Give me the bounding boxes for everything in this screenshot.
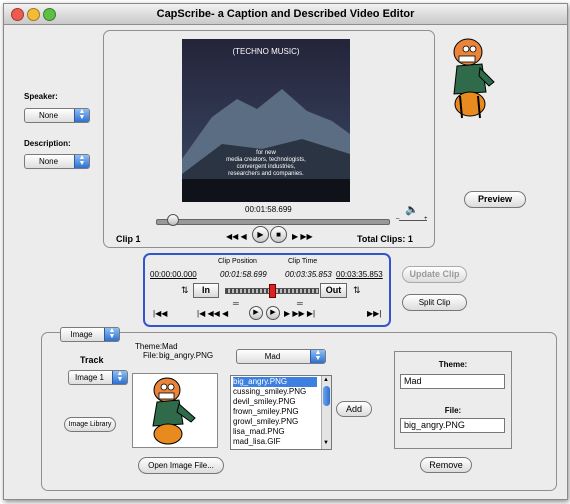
go-to-end-icon[interactable]: ▶▶| [367,309,381,318]
split-clip-button[interactable]: Split Clip [402,294,467,311]
range-left-marker-icon: ═ [233,299,239,308]
app-window: CapScribe- a Caption and Described Video… [3,3,568,500]
file-list-scroll-thumb[interactable] [323,386,330,406]
chevron-up-down-icon: ▲ ▼ [74,154,89,168]
chevron-up-down-icon: ▲ ▼ [104,327,119,341]
volume-down-icon: – [396,216,400,222]
chevron-up-down-icon: ▲ ▼ [112,370,127,384]
clip-editor-panel: Clip Position Clip Time 00:00:00.000 00:… [143,253,391,327]
angry-character-illustration [453,38,495,119]
out-button[interactable]: Out [320,283,347,298]
preview-button[interactable]: Preview [464,191,526,208]
open-image-file-button[interactable]: Open Image File... [138,457,224,474]
clip-position-time: 00:01:58.699 [220,270,267,279]
track-label: Track [80,355,104,365]
update-clip-button[interactable]: Update Clip [402,266,467,283]
clip-start-time[interactable]: 00:00:00.000 [150,270,197,279]
stop-button[interactable]: ■ [270,226,287,243]
clip-step-forward-icon[interactable]: ▶ ▶▶ ▶| [284,309,315,318]
add-button[interactable]: Add [336,401,372,417]
chevron-up-down-icon: ▲ ▼ [74,108,89,122]
scroll-down-icon[interactable]: ▼ [323,440,329,446]
nudge-out-icon[interactable]: ⇅ [353,285,361,296]
clip-time-label: Clip Time [288,258,318,265]
file-list-item[interactable]: lisa_mad.PNG [233,427,285,437]
file-list-item[interactable]: cussing_smiley.PNG [233,387,306,397]
file-label: File: [143,351,159,360]
in-button[interactable]: In [193,283,219,298]
window-title: CapScribe- a Caption and Described Video… [156,8,415,20]
media-type-popup[interactable]: Image ▲ ▼ [60,327,120,342]
video-frame[interactable]: (TECHNO MUSIC) for new media creators, t… [182,39,350,202]
clip-time-value: 00:03:35.853 [285,270,332,279]
title-bar: CapScribe- a Caption and Described Video… [4,4,567,25]
total-clips: Total Clips: 1 [357,234,413,244]
image-preview-box [132,373,218,448]
clip-label: Clip 1 [116,234,141,244]
file-list-item[interactable]: mad_lisa.GIF [233,437,281,447]
file-value: big_angry.PNG [159,351,214,360]
volume-up-icon: + [424,216,428,222]
angry-character-preview [152,377,196,445]
image-library-button[interactable]: Image Library [64,417,116,432]
current-time: 00:01:58.699 [245,205,292,214]
clip-end-time[interactable]: 00:03:35.853 [336,270,383,279]
theme-popup[interactable]: Mad ▲ ▼ [236,349,326,364]
details-file-label: File: [444,406,462,415]
overlay-title: (TECHNO MUSIC) [232,47,300,56]
volume-slider[interactable] [399,220,427,221]
overlay-line: convergent industries, [236,164,296,170]
file-list-item[interactable]: frown_smiley.PNG [233,407,299,417]
clip-position-marker[interactable] [269,284,276,298]
theme-label: Theme: [135,342,163,351]
overlay-line: researchers and companies. [228,171,304,177]
step-forward-icon[interactable]: ▶ ▶▶ [292,232,313,241]
speaker-popup[interactable]: None ▲ ▼ [24,108,90,123]
clip-play-button[interactable]: ▶ [249,306,263,320]
file-list[interactable]: big_angry.PNG cussing_smiley.PNG devil_s… [230,375,332,450]
details-theme-label: Theme: [438,360,468,369]
details-theme-field[interactable]: Mad [400,374,505,389]
media-type-value: Image [70,330,93,339]
scroll-up-icon[interactable]: ▲ [323,377,329,383]
file-list-item[interactable]: devil_smiley.PNG [233,397,296,407]
theme-popup-value: Mad [264,352,281,361]
clip-position-label: Clip Position [218,258,257,265]
speaker-label: Speaker: [24,92,58,101]
overlay-line: for new [256,150,276,156]
speaker-popup-value: None [38,111,59,120]
file-list-item[interactable]: big_angry.PNG [233,377,317,387]
chevron-up-down-icon: ▲ ▼ [310,349,325,363]
selected-item-details: Theme: Mad File: big_angry.PNG [394,351,512,449]
speaker-icon[interactable]: 🔈 [405,203,419,216]
file-list-scrollbar[interactable]: ▲ ▼ [321,376,331,449]
details-file-field[interactable]: big_angry.PNG [400,418,505,433]
description-popup-value: None [38,157,59,166]
remove-button[interactable]: Remove [420,457,472,473]
clip-step-back-icon[interactable]: |◀ ◀◀ ◀ [197,309,228,318]
overlay-text: for new media creators, technologists, c… [182,150,350,178]
theme-value: Mad [162,342,178,351]
track-popup[interactable]: Image 1 ▲ ▼ [68,370,128,385]
character-image [442,36,500,122]
media-panel: Image ▲ ▼ Theme: Mad File: big_angry.PNG … [41,327,557,491]
track-popup-value: Image 1 [75,373,104,382]
clip-stop-button[interactable]: ▶ [266,306,280,320]
video-scrubber-track[interactable] [156,219,390,225]
play-button[interactable]: ▶ [252,226,269,243]
nudge-in-icon[interactable]: ⇅ [181,285,189,296]
go-to-start-icon[interactable]: |◀◀ [153,309,167,318]
video-panel: (TECHNO MUSIC) for new media creators, t… [103,30,435,248]
description-label: Description: [24,139,71,148]
step-back-icon[interactable]: ◀◀ ◀ [226,232,247,241]
overlay-line: media creators, technologists, [226,157,306,163]
file-list-item[interactable]: growl_smiley.PNG [233,417,298,427]
range-right-marker-icon: ═ [297,299,303,308]
video-scrubber-thumb[interactable] [167,214,179,226]
description-popup[interactable]: None ▲ ▼ [24,154,90,169]
